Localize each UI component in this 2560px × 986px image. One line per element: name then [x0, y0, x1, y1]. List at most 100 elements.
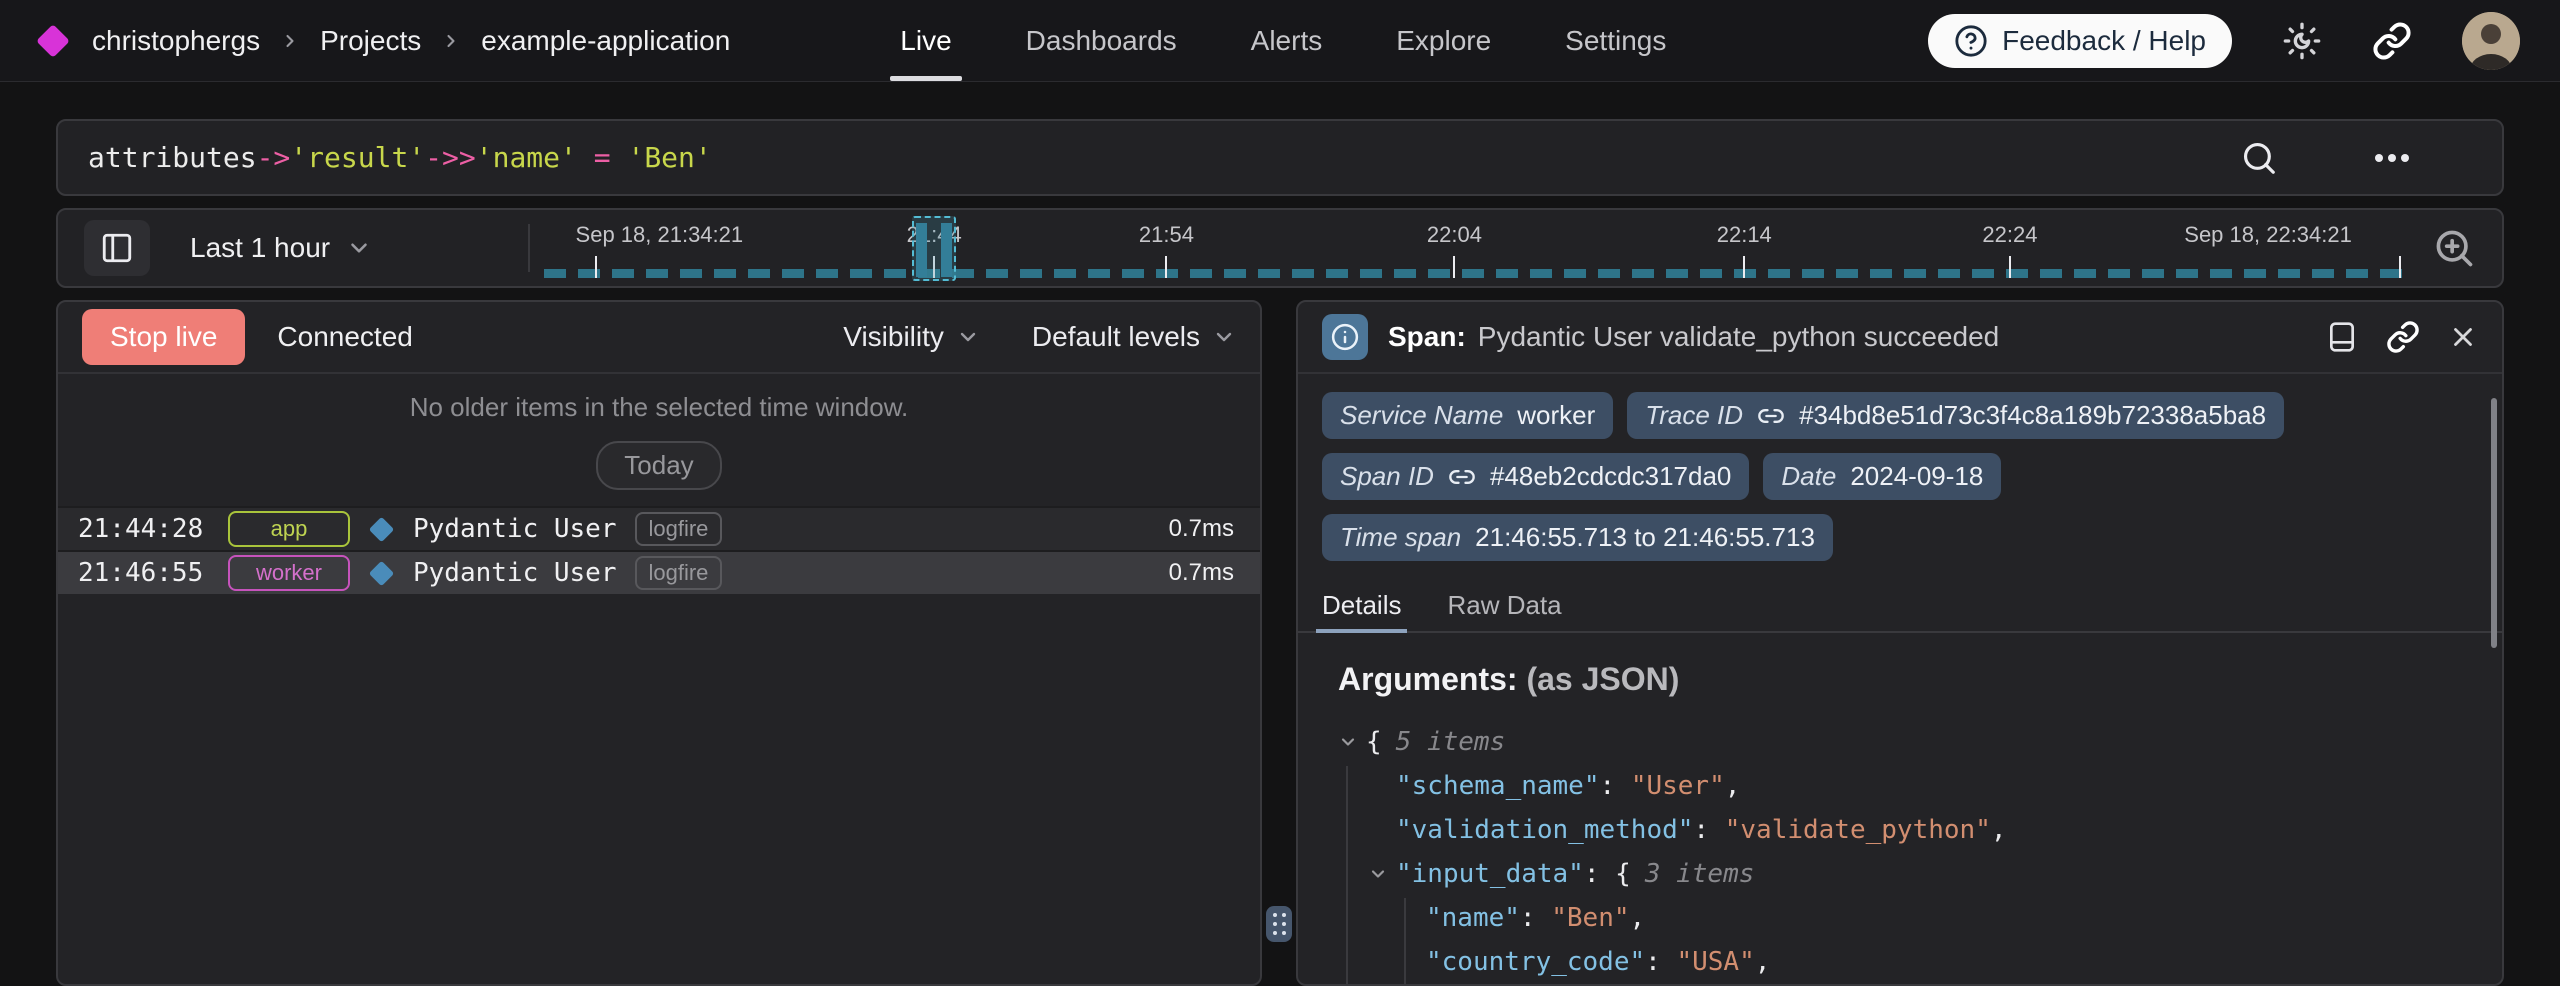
span-row[interactable]: 21:44:28 app Pydantic User logfire 0.7ms [58, 506, 1260, 550]
arguments-json-tree: {5 items "schema_name": "User", "validat… [1338, 720, 2478, 986]
json-line: "input_data": {3 items [1338, 852, 2478, 896]
span-meta-badges: Service Name worker Trace ID #34bd8e51d7… [1298, 374, 2502, 561]
live-view-panel: Stop live Connected Visibility Default l… [56, 300, 1262, 986]
service-badge[interactable]: worker [228, 555, 350, 591]
breadcrumb-org[interactable]: christophergs [92, 25, 260, 57]
link-icon [1448, 463, 1476, 491]
query-token: 'result' [290, 141, 425, 174]
row-duration: 0.7ms [1142, 559, 1234, 587]
histogram-bar [916, 223, 927, 277]
timeline-tick-label: 21:54 [1139, 222, 1194, 248]
span-kind-diamond-icon [369, 560, 395, 586]
service-badge[interactable]: app [228, 511, 350, 547]
span-detail-label: Span: [1388, 321, 1466, 353]
query-token: 'Ben' [627, 141, 711, 174]
theme-toggle-icon[interactable] [2282, 21, 2322, 61]
main-tabs: Live Dashboards Alerts Explore Settings [900, 0, 1666, 81]
copy-link-icon[interactable] [2386, 320, 2420, 354]
zoom-in-icon[interactable] [2432, 226, 2476, 270]
query-input[interactable]: attributes->'result'->>'name' = 'Ben' [56, 119, 2504, 196]
collapse-toggle-icon[interactable] [1368, 864, 1388, 884]
timeline-tick-label: Sep 18, 22:34:21 [2184, 222, 2352, 248]
today-chip[interactable]: Today [596, 441, 721, 490]
panel-resize-handle[interactable] [1266, 906, 1292, 942]
timeline-tick-label: 22:14 [1717, 222, 1772, 248]
row-timestamp: 21:44:28 [78, 514, 210, 544]
timeline-tick-label: Sep 18, 21:34:21 [576, 222, 744, 248]
row-timestamp: 21:46:55 [78, 558, 210, 588]
tick-mark [2009, 256, 2011, 278]
span-row-title: Pydantic User [413, 558, 617, 588]
json-line: "country_code": "USA", [1338, 940, 2478, 984]
share-link-icon[interactable] [2372, 21, 2412, 61]
empty-window-message: No older items in the selected time wind… [58, 392, 1260, 423]
chevron-down-icon [956, 325, 980, 349]
breadcrumb: christophergs Projects example-applicati… [40, 25, 730, 57]
feedback-help-button[interactable]: Feedback / Help [1928, 14, 2232, 68]
timeline-selection[interactable] [912, 216, 957, 281]
query-token: ->> [425, 141, 476, 174]
time-range-dropdown[interactable]: Last 1 hour [190, 232, 372, 264]
tick-mark [1165, 256, 1167, 278]
timeline-track[interactable]: Sep 18, 21:34:21 21:44 21:54 22:04 22:14… [544, 210, 2402, 286]
query-token: 'name' [476, 141, 577, 174]
span-detail-panel: Span: Pydantic User validate_python succ… [1296, 300, 2504, 986]
indent-guide [1404, 898, 1406, 986]
top-nav: christophergs Projects example-applicati… [0, 0, 2560, 82]
divider [528, 224, 530, 272]
tab-live[interactable]: Live [900, 0, 951, 81]
question-circle-icon [1954, 24, 1988, 58]
time-range-bar: Last 1 hour Sep 18, 21:34:21 21:44 21:54… [56, 208, 2504, 288]
tab-explore[interactable]: Explore [1396, 0, 1491, 81]
chevron-right-icon [441, 31, 461, 51]
breadcrumb-project[interactable]: example-application [481, 25, 730, 57]
tab-dashboards[interactable]: Dashboards [1026, 0, 1177, 81]
indent-guide [1346, 766, 1348, 986]
visibility-dropdown[interactable]: Visibility [843, 321, 980, 353]
row-duration: 0.7ms [1142, 515, 1234, 543]
collapse-toggle-icon[interactable] [1338, 732, 1358, 752]
dock-panel-icon[interactable] [2326, 320, 2358, 354]
breadcrumb-projects[interactable]: Projects [320, 25, 421, 57]
panel-left-icon [100, 231, 134, 265]
json-line: "validation_method": "validate_python", [1338, 808, 2478, 852]
detail-tabs: Details Raw Data [1298, 579, 2502, 633]
tab-raw-data[interactable]: Raw Data [1447, 579, 1561, 631]
span-row[interactable]: 21:46:55 worker Pydantic User logfire 0.… [58, 550, 1260, 594]
service-name-badge: Service Name worker [1322, 392, 1613, 439]
scrollbar-thumb[interactable] [2491, 398, 2497, 648]
chevron-down-icon [346, 235, 372, 261]
trace-id-badge[interactable]: Trace ID #34bd8e51d73c3f4c8a189b72338a5b… [1627, 392, 2284, 439]
info-icon [1322, 314, 1368, 360]
default-levels-dropdown[interactable]: Default levels [1032, 321, 1236, 353]
arguments-heading: Arguments: (as JSON) [1338, 661, 2478, 698]
close-icon[interactable] [2448, 322, 2478, 352]
tick-mark [1453, 256, 1455, 278]
span-detail-title: Pydantic User validate_python succeeded [1478, 321, 1999, 353]
span-row-title: Pydantic User [413, 514, 617, 544]
json-line: "schema_name": "User", [1338, 764, 2478, 808]
logfire-logo-icon[interactable] [36, 24, 70, 58]
span-kind-diamond-icon [369, 516, 395, 542]
tick-mark [1743, 256, 1745, 278]
tab-details[interactable]: Details [1322, 579, 1401, 631]
scope-tag[interactable]: logfire [635, 556, 723, 590]
tab-alerts[interactable]: Alerts [1251, 0, 1323, 81]
tick-mark [2399, 256, 2401, 278]
scope-tag[interactable]: logfire [635, 512, 723, 546]
json-line: {5 items [1338, 720, 2478, 764]
span-id-badge[interactable]: Span ID #48eb2cdcdc317da0 [1322, 453, 1749, 500]
query-token: = [577, 141, 628, 174]
json-line: "name": "Ben", [1338, 896, 2478, 940]
tick-mark [595, 256, 597, 278]
query-token: attributes [88, 141, 257, 174]
stop-live-button[interactable]: Stop live [82, 309, 245, 365]
user-avatar[interactable] [2462, 12, 2520, 70]
time-span-badge: Time span 21:46:55.713 to 21:46:55.713 [1322, 514, 1833, 561]
connection-status: Connected [277, 321, 412, 353]
tab-settings[interactable]: Settings [1565, 0, 1666, 81]
sidebar-toggle-button[interactable] [84, 220, 150, 276]
histogram-bar [941, 223, 952, 277]
timeline-activity-dashes [544, 269, 2402, 278]
date-badge: Date 2024-09-18 [1763, 453, 2001, 500]
